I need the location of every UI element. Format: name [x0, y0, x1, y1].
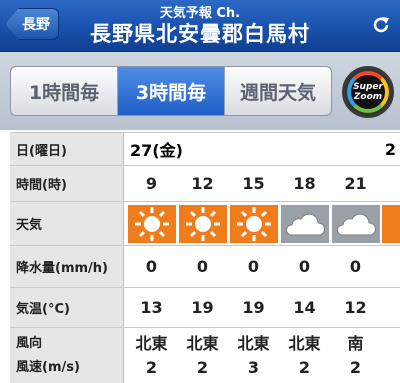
table-row-time: 時間(時) 9 12 15 18 21 [10, 166, 400, 202]
sunny-icon [178, 204, 227, 243]
wind-speed-value: 2 [298, 357, 311, 377]
rain-cell: 0 [298, 257, 311, 276]
zoom-ring-icon [347, 71, 389, 113]
wind-dir-value: 北東 [135, 333, 168, 353]
wind-dir-value: 南 [347, 333, 364, 353]
weather-cell [126, 202, 177, 245]
temp-cell: 12 [344, 298, 367, 317]
sunny-icon [229, 204, 278, 243]
sunny-icon [127, 204, 176, 243]
weather-cell [228, 202, 279, 245]
nav-bar: 長野 天気予報 Ch. 長野県北安曇郡白馬村 [0, 0, 400, 52]
weather-cell [330, 202, 381, 245]
label-date: 日(曜日) [10, 133, 124, 165]
page-title: 長野県北安曇郡白馬村 [90, 22, 310, 46]
wind-cell: 北東 3 [228, 328, 279, 383]
rain-cell: 0 [145, 257, 158, 276]
time-cell: 15 [242, 174, 265, 193]
time-cell: 12 [191, 174, 214, 193]
wind-dir-value: 北東 [186, 333, 219, 353]
sunny-icon [382, 204, 400, 243]
weather-cell [177, 202, 228, 245]
wind-speed-value: 2 [145, 357, 158, 377]
wind-cell: 北東 2 [177, 328, 228, 383]
label-temp: 気温(°C) [10, 288, 124, 327]
label-weather: 天気 [10, 202, 124, 245]
super-zoom-button[interactable]: Super Zoom [342, 66, 394, 118]
tab-3hour[interactable]: 3時間毎 [118, 67, 225, 115]
wind-cell: 北東 2 [126, 328, 177, 383]
label-wind-speed: 風速(m/s) [16, 359, 80, 375]
tab-weekly[interactable]: 週間天気 [225, 67, 331, 115]
wind-cell: 南 2 [330, 328, 381, 383]
table-row-weather: 天気 [10, 202, 400, 246]
temp-cell: 19 [191, 298, 214, 317]
rain-cell: 0 [349, 257, 362, 276]
time-cell: 18 [293, 174, 316, 193]
forecast-table: 日(曜日) 27(金) 2 時間(時) 9 12 15 18 21 天気 降水量… [10, 132, 400, 383]
time-cell: 9 [145, 174, 158, 193]
label-wind: 風向 風速(m/s) [10, 328, 124, 383]
temp-cell: 13 [140, 298, 163, 317]
date-next-value: 2 [384, 139, 396, 159]
label-rain: 降水量(mm/h) [10, 246, 124, 287]
wind-speed-value: 3 [247, 357, 260, 377]
cloudy-icon [280, 204, 329, 243]
time-cell: 21 [344, 174, 367, 193]
rain-cell: 0 [196, 257, 209, 276]
temp-cell: 19 [242, 298, 265, 317]
wind-dir-value: 北東 [288, 333, 321, 353]
wind-cell: 北東 2 [279, 328, 330, 383]
weather-cell [279, 202, 330, 245]
wind-speed-value: 2 [196, 357, 209, 377]
wind-speed-value: 2 [349, 357, 362, 377]
date-value: 27(金) [130, 141, 183, 160]
cloudy-icon [331, 204, 380, 243]
tab-bar-area: 1時間毎 3時間毎 週間天気 Super Zoom [0, 52, 400, 130]
table-row-temp: 気温(°C) 13 19 19 14 12 [10, 288, 400, 328]
temp-cell: 14 [293, 298, 316, 317]
label-time: 時間(時) [10, 166, 124, 201]
table-row-rain: 降水量(mm/h) 0 0 0 0 0 [10, 246, 400, 288]
interval-segmented-control: 1時間毎 3時間毎 週間天気 [10, 66, 332, 116]
wind-dir-value: 北東 [237, 333, 270, 353]
table-row-date: 日(曜日) 27(金) 2 [10, 132, 400, 166]
rain-cell: 0 [247, 257, 260, 276]
table-row-wind: 風向 風速(m/s) 北東 2 北東 2 北東 3 北東 2 南 2 [10, 328, 400, 383]
label-wind-dir: 風向 [16, 335, 43, 351]
weather-cell-partial [381, 202, 400, 245]
refresh-icon[interactable] [370, 14, 392, 36]
tab-1hour[interactable]: 1時間毎 [11, 67, 118, 115]
